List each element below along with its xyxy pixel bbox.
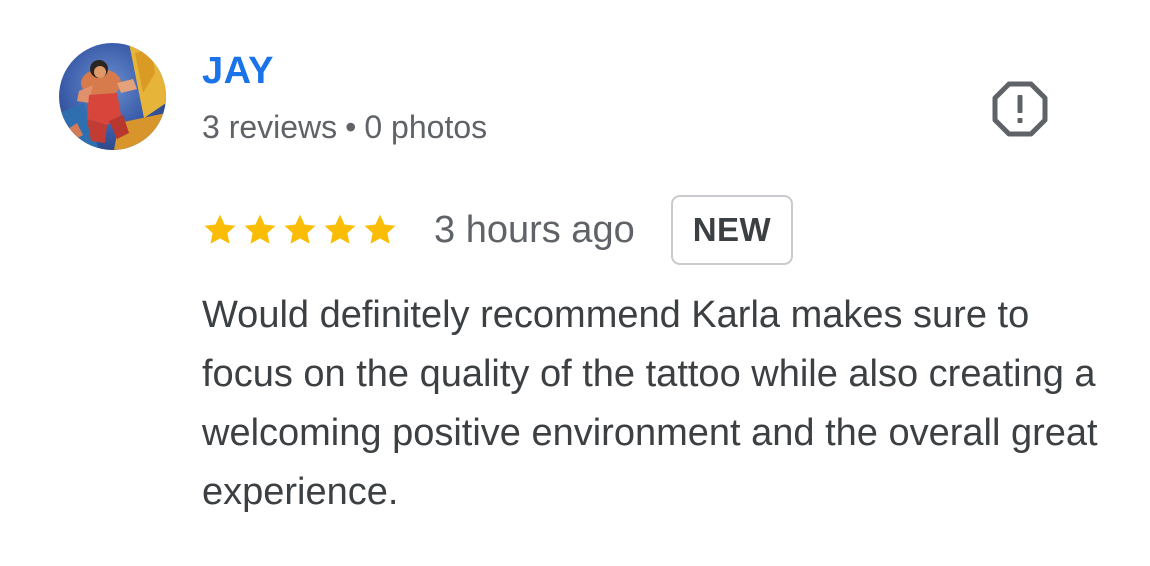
star-icon — [324, 214, 356, 244]
star-rating — [202, 212, 398, 248]
star-icon — [204, 214, 236, 244]
report-flag-octagon-icon — [992, 81, 1048, 137]
new-badge: NEW — [670, 195, 794, 265]
photos-count: 0 photos — [364, 109, 488, 145]
author-stats: 3 reviews • 0 photos — [202, 108, 487, 146]
star-icon — [364, 214, 396, 244]
meta-separator: • — [345, 109, 357, 145]
review-text: Would definitely recommend Karla makes s… — [202, 294, 1098, 513]
review-card: JAY 3 reviews • 0 photos 3 hours ago NEW W… — [0, 0, 1150, 566]
reviews-count: 3 reviews — [202, 109, 338, 145]
star-icon — [284, 214, 316, 244]
star-icon — [244, 214, 276, 244]
rating-row: 3 hours ago NEW — [202, 193, 794, 267]
report-review-button[interactable] — [990, 79, 1050, 139]
review-time: 3 hours ago — [434, 209, 635, 251]
avatar-image — [59, 43, 166, 150]
avatar[interactable] — [59, 43, 166, 150]
author-name[interactable]: JAY — [202, 50, 274, 92]
